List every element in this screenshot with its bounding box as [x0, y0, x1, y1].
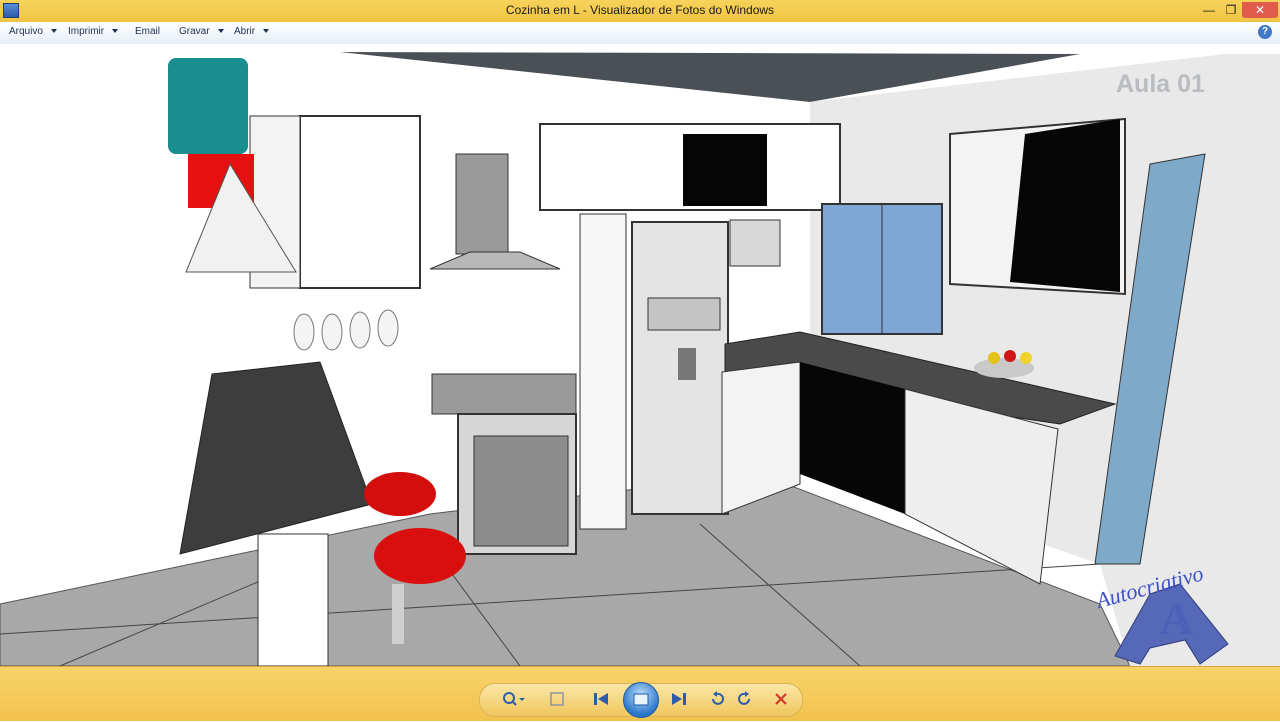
kitchen-render — [0, 52, 1280, 666]
menu-bar: Arquivo Imprimir Email Gravar Abrir ? — [0, 22, 1280, 45]
menu-email-label: Email — [135, 26, 161, 37]
menu-imprimir[interactable]: Imprimir — [68, 26, 119, 37]
close-button[interactable]: ✕ — [1242, 2, 1278, 18]
next-icon[interactable] — [668, 690, 690, 708]
menu-arquivo[interactable]: Arquivo — [9, 26, 57, 37]
menu-abrir[interactable]: Abrir — [234, 26, 270, 37]
chevron-down-icon — [217, 29, 224, 34]
minimize-button[interactable]: — — [1198, 2, 1220, 18]
delete-icon[interactable] — [770, 690, 792, 708]
restore-button[interactable]: ❐ — [1220, 2, 1242, 18]
rotate-right-icon[interactable] — [734, 690, 756, 708]
brand-logo-letter: A — [1160, 593, 1194, 644]
chevron-down-icon — [112, 29, 119, 34]
menu-gravar[interactable]: Gravar — [179, 26, 224, 37]
lesson-watermark: Aula 01 — [1116, 70, 1205, 98]
menu-abrir-label: Abrir — [234, 26, 256, 37]
zoom-icon[interactable] — [500, 690, 528, 708]
menu-arquivo-label: Arquivo — [9, 26, 43, 37]
help-icon[interactable]: ? — [1258, 25, 1272, 39]
fit-window-icon[interactable] — [546, 690, 568, 708]
chevron-down-icon — [263, 29, 270, 34]
title-bar: Cozinha em L - Visualizador de Fotos do … — [0, 0, 1280, 23]
menu-email[interactable]: Email — [135, 26, 160, 37]
rotate-left-icon[interactable] — [706, 690, 728, 708]
menu-imprimir-label: Imprimir — [68, 26, 105, 37]
menu-gravar-label: Gravar — [179, 26, 210, 37]
bottom-toolbar — [0, 666, 1280, 721]
chevron-down-icon — [50, 29, 57, 34]
window-title: Cozinha em L - Visualizador de Fotos do … — [505, 3, 775, 17]
slideshow-icon[interactable] — [623, 682, 659, 718]
photo-view: Aula 01 Autocriativo A — [0, 44, 1280, 666]
previous-icon[interactable] — [590, 690, 612, 708]
